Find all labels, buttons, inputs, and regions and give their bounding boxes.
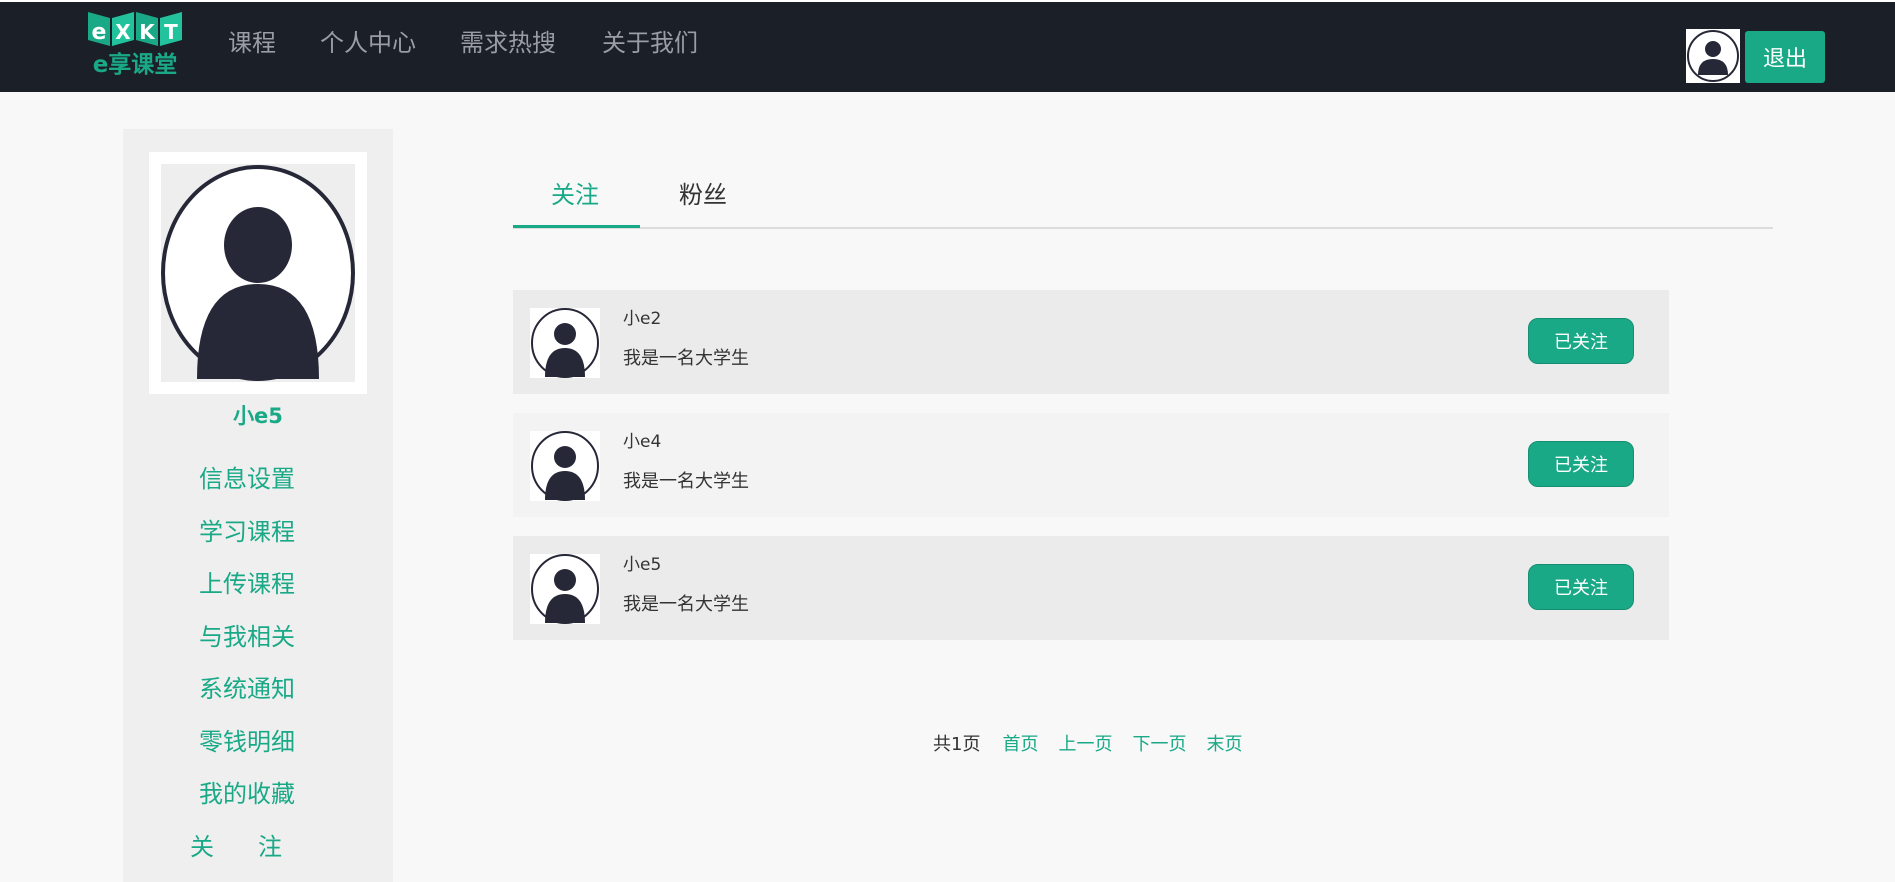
logo-icon: e X K T e享课堂 bbox=[88, 12, 182, 78]
nav-personal-center[interactable]: 个人中心 bbox=[320, 26, 416, 60]
pagination: 共1页 首页 上一页 下一页 末页 bbox=[933, 733, 1262, 757]
user-avatar-icon bbox=[531, 431, 599, 501]
page-total: 共1页 bbox=[933, 734, 981, 755]
follow-name[interactable]: 小e5 bbox=[623, 553, 661, 577]
follow-description: 我是一名大学生 bbox=[623, 471, 749, 492]
follow-name[interactable]: 小e2 bbox=[623, 307, 661, 331]
sidebar-item-follow[interactable]: 关注 bbox=[123, 830, 393, 882]
follow-avatar[interactable] bbox=[530, 431, 600, 501]
sidebar-item-favorites[interactable]: 我的收藏 bbox=[123, 777, 393, 830]
active-tab-indicator bbox=[513, 225, 640, 228]
page-prev-link[interactable]: 上一页 bbox=[1058, 733, 1112, 757]
follow-list: 小e2 我是一名大学生 已关注 小e4 我是一名大学生 已关注 小e5 我是一名… bbox=[513, 290, 1669, 659]
follow-avatar[interactable] bbox=[530, 554, 600, 624]
follow-description: 我是一名大学生 bbox=[623, 594, 749, 615]
profile-avatar-frame bbox=[149, 152, 367, 394]
main-nav: 课程 个人中心 需求热搜 关于我们 bbox=[228, 26, 742, 60]
profile-avatar-icon bbox=[161, 165, 355, 381]
user-avatar-icon bbox=[531, 308, 599, 378]
page-next-link[interactable]: 下一页 bbox=[1132, 733, 1186, 757]
profile-avatar[interactable] bbox=[161, 164, 355, 382]
profile-username: 小e5 bbox=[233, 404, 283, 428]
logout-button[interactable]: 退出 bbox=[1745, 31, 1825, 83]
sidebar-item-related-to-me[interactable]: 与我相关 bbox=[123, 620, 393, 673]
user-avatar[interactable] bbox=[1686, 29, 1740, 83]
sidebar-item-wallet-detail[interactable]: 零钱明细 bbox=[123, 725, 393, 778]
follow-description: 我是一名大学生 bbox=[623, 348, 749, 369]
tab-following[interactable]: 关注 bbox=[551, 178, 599, 212]
nav-courses[interactable]: 课程 bbox=[228, 26, 276, 60]
list-item: 小e2 我是一名大学生 已关注 bbox=[513, 290, 1669, 394]
sidebar-item-upload-course[interactable]: 上传课程 bbox=[123, 567, 393, 620]
site-logo[interactable]: e X K T e享课堂 bbox=[86, 8, 184, 78]
sidebar-item-info-settings[interactable]: 信息设置 bbox=[123, 462, 393, 515]
svg-text:X: X bbox=[115, 20, 131, 44]
nav-about-us[interactable]: 关于我们 bbox=[602, 26, 698, 60]
top-navbar: e X K T e享课堂 课程 个人中心 需求热搜 关于我们 退出 bbox=[0, 0, 1895, 92]
svg-text:e享课堂: e享课堂 bbox=[93, 51, 178, 78]
page-last-link[interactable]: 末页 bbox=[1206, 733, 1242, 757]
followed-button[interactable]: 已关注 bbox=[1528, 318, 1634, 364]
page-first-link[interactable]: 首页 bbox=[1002, 733, 1038, 757]
tab-fans[interactable]: 粉丝 bbox=[679, 178, 727, 212]
list-item: 小e4 我是一名大学生 已关注 bbox=[513, 413, 1669, 517]
sidebar: 小e5 信息设置 学习课程 上传课程 与我相关 系统通知 零钱明细 我的收藏 关… bbox=[123, 129, 393, 882]
nav-hot-search[interactable]: 需求热搜 bbox=[460, 26, 556, 60]
list-item: 小e5 我是一名大学生 已关注 bbox=[513, 536, 1669, 640]
sidebar-item-learning-courses[interactable]: 学习课程 bbox=[123, 515, 393, 568]
svg-text:K: K bbox=[139, 20, 156, 44]
svg-text:T: T bbox=[164, 20, 178, 44]
follow-avatar[interactable] bbox=[530, 308, 600, 378]
user-avatar-icon bbox=[531, 554, 599, 624]
followed-button[interactable]: 已关注 bbox=[1528, 441, 1634, 487]
follow-name[interactable]: 小e4 bbox=[623, 430, 661, 454]
svg-text:e: e bbox=[92, 20, 107, 45]
user-avatar-icon bbox=[1687, 30, 1739, 82]
followed-button[interactable]: 已关注 bbox=[1528, 564, 1634, 610]
follow-tabs: 关注 粉丝 bbox=[513, 166, 1773, 229]
sidebar-item-system-notice[interactable]: 系统通知 bbox=[123, 672, 393, 725]
sidebar-menu: 信息设置 学习课程 上传课程 与我相关 系统通知 零钱明细 我的收藏 关注 bbox=[123, 462, 393, 882]
